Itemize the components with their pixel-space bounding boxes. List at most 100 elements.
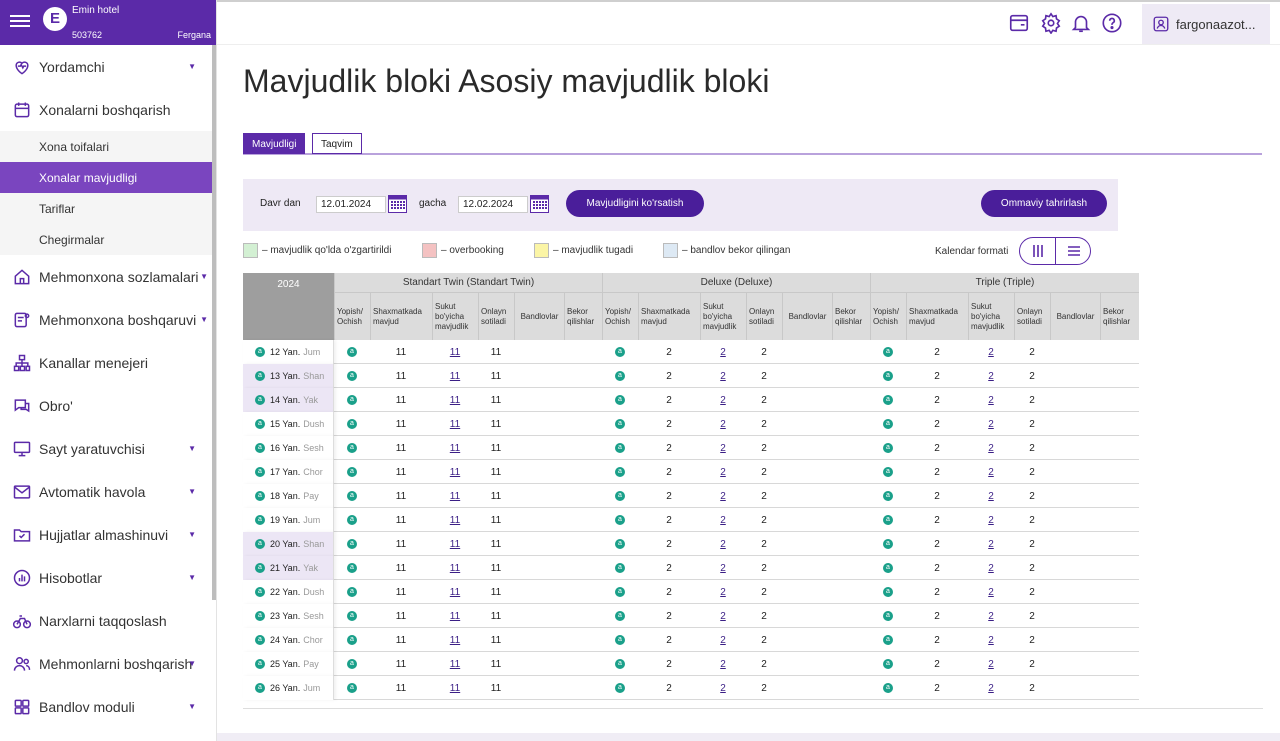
sidebar-item-mehmonlar[interactable]: Mehmonlarni boshqarish ▼ [0,642,216,685]
open-close-toggle[interactable]: a [334,340,370,364]
default-availability-link[interactable]: 2 [700,604,746,628]
default-availability-link[interactable]: 2 [968,604,1014,628]
default-availability-link[interactable]: 2 [968,556,1014,580]
date-cell[interactable]: a 20 Yan. Shan [243,532,334,556]
open-close-toggle[interactable]: a [602,412,638,436]
date-cell[interactable]: a 25 Yan. Pay [243,652,334,676]
default-availability-link[interactable]: 2 [968,676,1014,700]
open-close-toggle[interactable]: a [334,652,370,676]
default-availability-link[interactable]: 2 [968,508,1014,532]
open-close-toggle[interactable]: a [870,412,906,436]
sidebar-subitem-xonalar-mavjudligi[interactable]: Xonalar mavjudligi [0,162,216,193]
open-close-toggle[interactable]: a [870,604,906,628]
open-close-toggle[interactable]: a [870,652,906,676]
sidebar-item-obro[interactable]: Obro' [0,384,216,427]
status-icon[interactable]: a [255,515,265,525]
sidebar-item-sayt[interactable]: Sayt yaratuvchisi ▼ [0,427,216,470]
default-availability-link[interactable]: 11 [432,532,478,556]
date-cell[interactable]: a 16 Yan. Sesh [243,436,334,460]
default-availability-link[interactable]: 2 [700,364,746,388]
open-close-toggle[interactable]: a [602,388,638,412]
default-availability-link[interactable]: 11 [432,676,478,700]
open-close-toggle[interactable]: a [870,436,906,460]
open-close-toggle[interactable]: a [870,388,906,412]
open-close-toggle[interactable]: a [602,460,638,484]
default-availability-link[interactable]: 11 [432,412,478,436]
default-availability-link[interactable]: 2 [700,652,746,676]
to-date-input[interactable]: 12.02.2024 [458,196,528,213]
default-availability-link[interactable]: 2 [700,532,746,556]
open-close-toggle[interactable]: a [334,436,370,460]
status-icon[interactable]: a [255,371,265,381]
gear-icon[interactable] [1040,12,1062,35]
default-availability-link[interactable]: 11 [432,436,478,460]
date-cell[interactable]: a 12 Yan. Jum [243,340,334,364]
date-cell[interactable]: a 13 Yan. Shan [243,364,334,388]
status-icon[interactable]: a [255,347,265,357]
sidebar-item-boshqaruvi[interactable]: Mehmonxona boshqaruvi ▼ [0,298,216,341]
default-availability-link[interactable]: 2 [700,508,746,532]
open-close-toggle[interactable]: a [870,556,906,580]
status-icon[interactable]: a [255,587,265,597]
date-cell[interactable]: a 24 Yan. Chor [243,628,334,652]
open-close-toggle[interactable]: a [870,628,906,652]
open-close-toggle[interactable]: a [334,508,370,532]
status-icon[interactable]: a [255,419,265,429]
open-close-toggle[interactable]: a [334,460,370,484]
date-cell[interactable]: a 14 Yan. Yak [243,388,334,412]
sidebar-item-havola[interactable]: Avtomatik havola ▼ [0,470,216,513]
default-availability-link[interactable]: 11 [432,556,478,580]
calendar-icon[interactable] [530,194,549,213]
open-close-toggle[interactable]: a [870,340,906,364]
open-close-toggle[interactable]: a [602,484,638,508]
default-availability-link[interactable]: 2 [968,580,1014,604]
status-icon[interactable]: a [255,443,265,453]
open-close-toggle[interactable]: a [870,508,906,532]
open-close-toggle[interactable]: a [602,580,638,604]
help-icon[interactable] [1101,12,1123,34]
default-availability-link[interactable]: 11 [432,508,478,532]
open-close-toggle[interactable]: a [334,628,370,652]
default-availability-link[interactable]: 2 [968,628,1014,652]
show-availability-button[interactable]: Mavjudligini ko'rsatish [566,190,704,217]
default-availability-link[interactable]: 11 [432,484,478,508]
default-availability-link[interactable]: 2 [968,652,1014,676]
date-cell[interactable]: a 22 Yan. Dush [243,580,334,604]
default-availability-link[interactable]: 2 [700,580,746,604]
open-close-toggle[interactable]: a [602,364,638,388]
sidebar-subitem-chegirmalar[interactable]: Chegirmalar [0,224,216,255]
open-close-toggle[interactable]: a [334,364,370,388]
tab-mavjudligi[interactable]: Mavjudligi [243,133,306,154]
open-close-toggle[interactable]: a [870,532,906,556]
open-close-toggle[interactable]: a [334,676,370,700]
sidebar-item-narxlar[interactable]: Narxlarni taqqoslash [0,599,216,642]
open-close-toggle[interactable]: a [602,556,638,580]
date-cell[interactable]: a 23 Yan. Sesh [243,604,334,628]
sidebar-subitem-xona-toifalari[interactable]: Xona toifalari [0,131,216,162]
sidebar-item-kanallar[interactable]: Kanallar menejeri [0,341,216,384]
default-availability-link[interactable]: 2 [700,388,746,412]
default-availability-link[interactable]: 11 [432,580,478,604]
open-close-toggle[interactable]: a [334,580,370,604]
sidebar-item-yordamchi[interactable]: Yordamchi ▼ [0,45,216,88]
status-icon[interactable]: a [255,611,265,621]
sidebar-scrollbar[interactable] [212,45,216,600]
open-close-toggle[interactable]: a [602,532,638,556]
open-close-toggle[interactable]: a [602,340,638,364]
sidebar-item-sozlamalar[interactable]: Mehmonxona sozlamalari ▼ [0,255,216,298]
status-icon[interactable]: a [255,683,265,693]
open-close-toggle[interactable]: a [334,532,370,556]
default-availability-link[interactable]: 2 [968,364,1014,388]
calendar-icon[interactable] [388,194,407,213]
status-icon[interactable]: a [255,395,265,405]
default-availability-link[interactable]: 2 [700,556,746,580]
bell-icon[interactable] [1070,12,1092,34]
default-availability-link[interactable]: 2 [700,628,746,652]
status-icon[interactable]: a [255,491,265,501]
default-availability-link[interactable]: 2 [700,340,746,364]
open-close-toggle[interactable]: a [870,580,906,604]
sidebar-item-hujjatlar[interactable]: Hujjatlar almashinuvi ▼ [0,513,216,556]
sidebar-subitem-tariflar[interactable]: Tariflar [0,193,216,224]
open-close-toggle[interactable]: a [334,604,370,628]
default-availability-link[interactable]: 2 [968,388,1014,412]
